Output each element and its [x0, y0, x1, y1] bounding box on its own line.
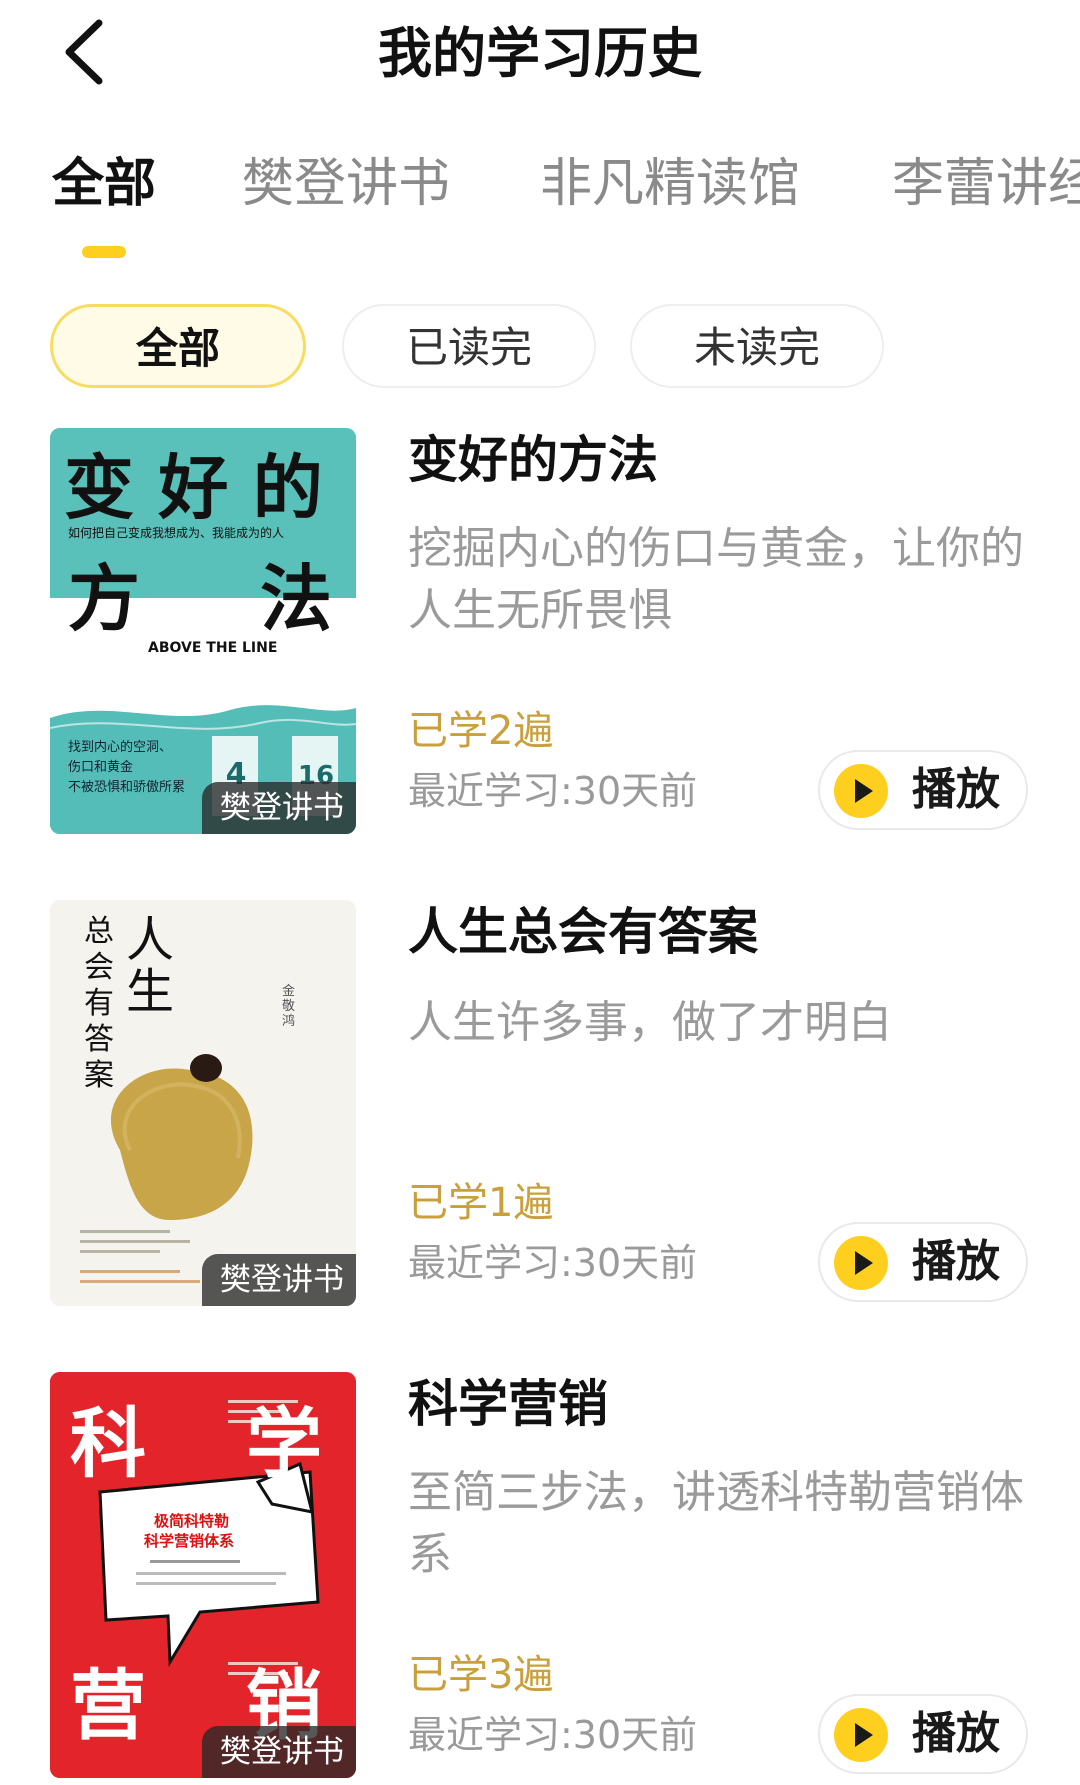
list-item[interactable]: 4 16 变 好 的 如何把自己变成我想成为、我能成为的人 方 法 ABOVE … — [0, 428, 1080, 838]
book-description: 挖掘内心的伤口与黄金，让你的人生无所畏惧 — [408, 523, 1024, 636]
last-studied: 最近学习:30天前 — [408, 769, 698, 813]
play-button[interactable]: 播放 — [818, 1694, 1028, 1774]
list-item[interactable]: 科 学 极简科特勒 科学营销体系 营 销 樊登讲书 科学营销 至简三步法，讲透科… — [0, 1372, 1080, 1782]
cover-title-mid-left: 方 — [68, 557, 141, 641]
play-label: 播放 — [912, 764, 1000, 815]
cover-author: 金敬鸿 — [282, 984, 296, 1029]
source-badge: 樊登讲书 — [202, 1254, 356, 1306]
play-label: 播放 — [912, 1708, 1000, 1759]
filter-chips: 全部 已读完 未读完 — [0, 304, 1080, 394]
book-description: 人生许多事，做了才明白 — [408, 997, 892, 1048]
page-title: 我的学习历史 — [378, 22, 702, 85]
play-icon — [834, 764, 888, 818]
tab-feifan[interactable]: 非凡精读馆 — [540, 148, 800, 220]
active-tab-indicator — [82, 246, 126, 258]
source-badge: 樊登讲书 — [202, 1726, 356, 1778]
cover-title-bottom-left: 营 — [70, 1661, 146, 1750]
filter-unfinished[interactable]: 未读完 — [630, 304, 884, 388]
play-button[interactable]: 播放 — [818, 750, 1028, 830]
cover-title-mid-right: 法 — [260, 557, 333, 641]
cover-subtitle: 如何把自己变成我想成为、我能成为的人 — [68, 526, 285, 540]
list-item[interactable]: 人生 总会有答案 金敬鸿 樊登讲书 人生总会有答案 人生许多事，做了才明白 已学… — [0, 900, 1080, 1310]
cover-title-top-left: 科 — [70, 1399, 146, 1488]
book-cover[interactable]: 4 16 变 好 的 如何把自己变成我想成为、我能成为的人 方 法 ABOVE … — [50, 428, 356, 834]
study-count: 已学3遍 — [408, 1652, 554, 1698]
last-studied: 最近学习:30天前 — [408, 1241, 698, 1285]
play-icon — [834, 1708, 888, 1762]
book-cover[interactable]: 人生 总会有答案 金敬鸿 樊登讲书 — [50, 900, 356, 1306]
study-count: 已学1遍 — [408, 1180, 554, 1226]
source-tabs: 全部 樊登讲书 非凡精读馆 李蕾讲经典 — [0, 148, 1080, 258]
book-title[interactable]: 变好的方法 — [408, 428, 658, 492]
cover-line-3: 不被恐惧和骄傲所累 — [68, 780, 186, 795]
book-title[interactable]: 人生总会有答案 — [408, 900, 758, 964]
cover-title-top-right: 学 — [246, 1399, 322, 1488]
book-title[interactable]: 科学营销 — [408, 1372, 608, 1436]
cover-title-main: 人生 — [126, 912, 175, 1020]
book-description: 至简三步法，讲透科特勒营销体系 — [408, 1467, 1024, 1580]
play-button[interactable]: 播放 — [818, 1222, 1028, 1302]
source-badge: 樊登讲书 — [202, 782, 356, 834]
cover-bubble-line-2: 科学营销体系 — [144, 1532, 235, 1550]
tab-fandeng[interactable]: 樊登讲书 — [242, 148, 450, 220]
cover-title-sub: 总会有答案 — [84, 914, 114, 1093]
filter-all[interactable]: 全部 — [50, 304, 306, 388]
cover-bubble-line-1: 极简科特勒 — [154, 1512, 230, 1530]
play-label: 播放 — [912, 1236, 1000, 1287]
play-icon — [834, 1236, 888, 1290]
cover-title-top: 变 好 的 — [64, 447, 323, 529]
header: 我的学习历史 — [0, 0, 1080, 110]
study-count: 已学2遍 — [408, 708, 554, 754]
cover-line-1: 找到内心的空洞、 — [68, 740, 173, 755]
tab-lilei[interactable]: 李蕾讲经典 — [892, 148, 1080, 220]
last-studied: 最近学习:30天前 — [408, 1713, 698, 1757]
cover-english-title: ABOVE THE LINE — [148, 640, 278, 656]
tab-all[interactable]: 全部 — [52, 148, 156, 220]
cover-line-2: 伤口和黄金 — [68, 760, 134, 775]
filter-finished[interactable]: 已读完 — [342, 304, 596, 388]
book-cover[interactable]: 科 学 极简科特勒 科学营销体系 营 销 樊登讲书 — [50, 1372, 356, 1778]
